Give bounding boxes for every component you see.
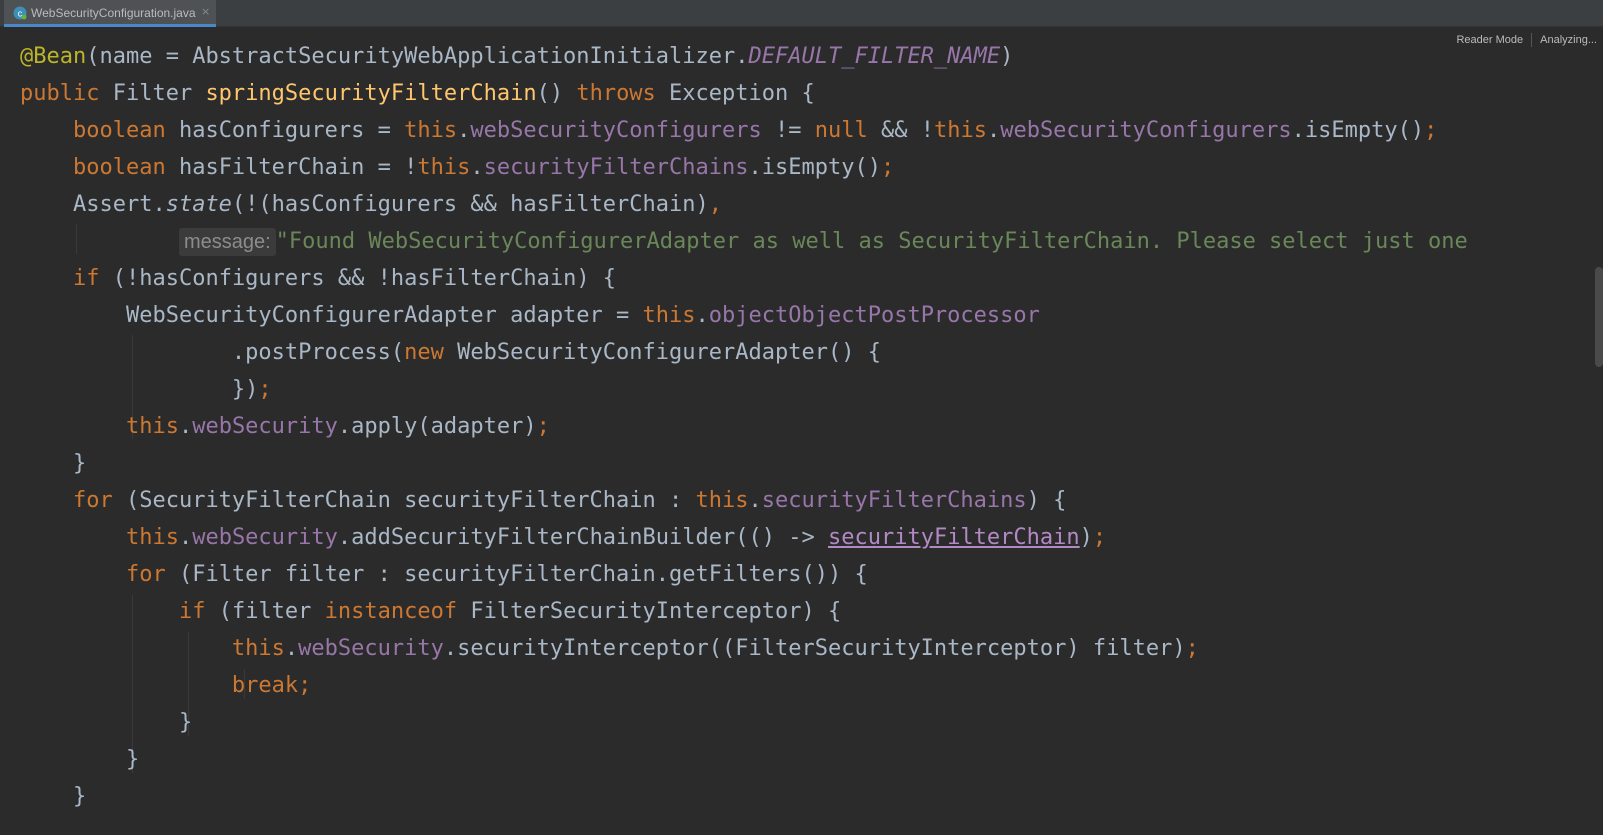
code-line: } bbox=[125, 747, 140, 772]
code-line: }); bbox=[231, 377, 272, 402]
ide-window: c WebSecurityConfiguration.java × Reader… bbox=[0, 0, 1603, 835]
tab-title: WebSecurityConfiguration.java bbox=[31, 6, 196, 20]
tab-websecurityconfiguration[interactable]: c WebSecurityConfiguration.java × bbox=[4, 0, 216, 27]
captured-variable-reference[interactable]: securityFilterChain bbox=[828, 525, 1080, 550]
analysis-status: Analyzing... bbox=[1540, 34, 1597, 46]
code-line: for (Filter filter : securityFilterChain… bbox=[125, 562, 868, 587]
parameter-hint: message: bbox=[178, 228, 276, 256]
code-line: this.webSecurity.addSecurityFilterChainB… bbox=[125, 525, 1107, 550]
code-line: } bbox=[72, 451, 87, 476]
code-editor[interactable]: Reader Mode Analyzing... @Bean(name = Ab… bbox=[0, 27, 1603, 835]
toolbar-divider bbox=[1531, 33, 1533, 47]
code-line: Assert.state(!(hasConfigurers && hasFilt… bbox=[72, 192, 723, 217]
tab-close-icon[interactable]: × bbox=[201, 5, 210, 18]
code-line: boolean hasFilterChain = !this.securityF… bbox=[72, 155, 895, 180]
vertical-scrollbar[interactable] bbox=[1595, 267, 1603, 367]
code-line: WebSecurityConfigurerAdapter adapter = t… bbox=[125, 303, 1040, 328]
code-line: } bbox=[178, 710, 193, 735]
editor-toolbar: Reader Mode Analyzing... bbox=[1456, 33, 1597, 47]
code-line: if (filter instanceof FilterSecurityInte… bbox=[178, 599, 842, 624]
code-line: this.webSecurity.apply(adapter); bbox=[125, 414, 550, 439]
code-line: message: "Found WebSecurityConfigurerAdap… bbox=[20, 223, 1468, 260]
code-line: for (SecurityFilterChain securityFilterC… bbox=[72, 488, 1067, 513]
code-line: public Filter springSecurityFilterChain(… bbox=[20, 81, 815, 106]
code-line: this.webSecurity.securityInterceptor((Fi… bbox=[231, 636, 1199, 661]
code-line: } bbox=[72, 784, 87, 809]
code-line: .postProcess(new WebSecurityConfigurerAd… bbox=[231, 340, 881, 365]
code-line: if (!hasConfigurers && !hasFilterChain) … bbox=[72, 266, 617, 291]
code-line: boolean hasConfigurers = this.webSecurit… bbox=[72, 118, 1438, 143]
code-line: break; bbox=[231, 673, 312, 698]
java-class-icon: c bbox=[13, 6, 27, 20]
code-content: @Bean(name = AbstractSecurityWebApplicat… bbox=[20, 38, 1468, 815]
code-line: @Bean(name = AbstractSecurityWebApplicat… bbox=[20, 44, 1014, 69]
editor-tab-bar: c WebSecurityConfiguration.java × bbox=[0, 0, 1603, 27]
